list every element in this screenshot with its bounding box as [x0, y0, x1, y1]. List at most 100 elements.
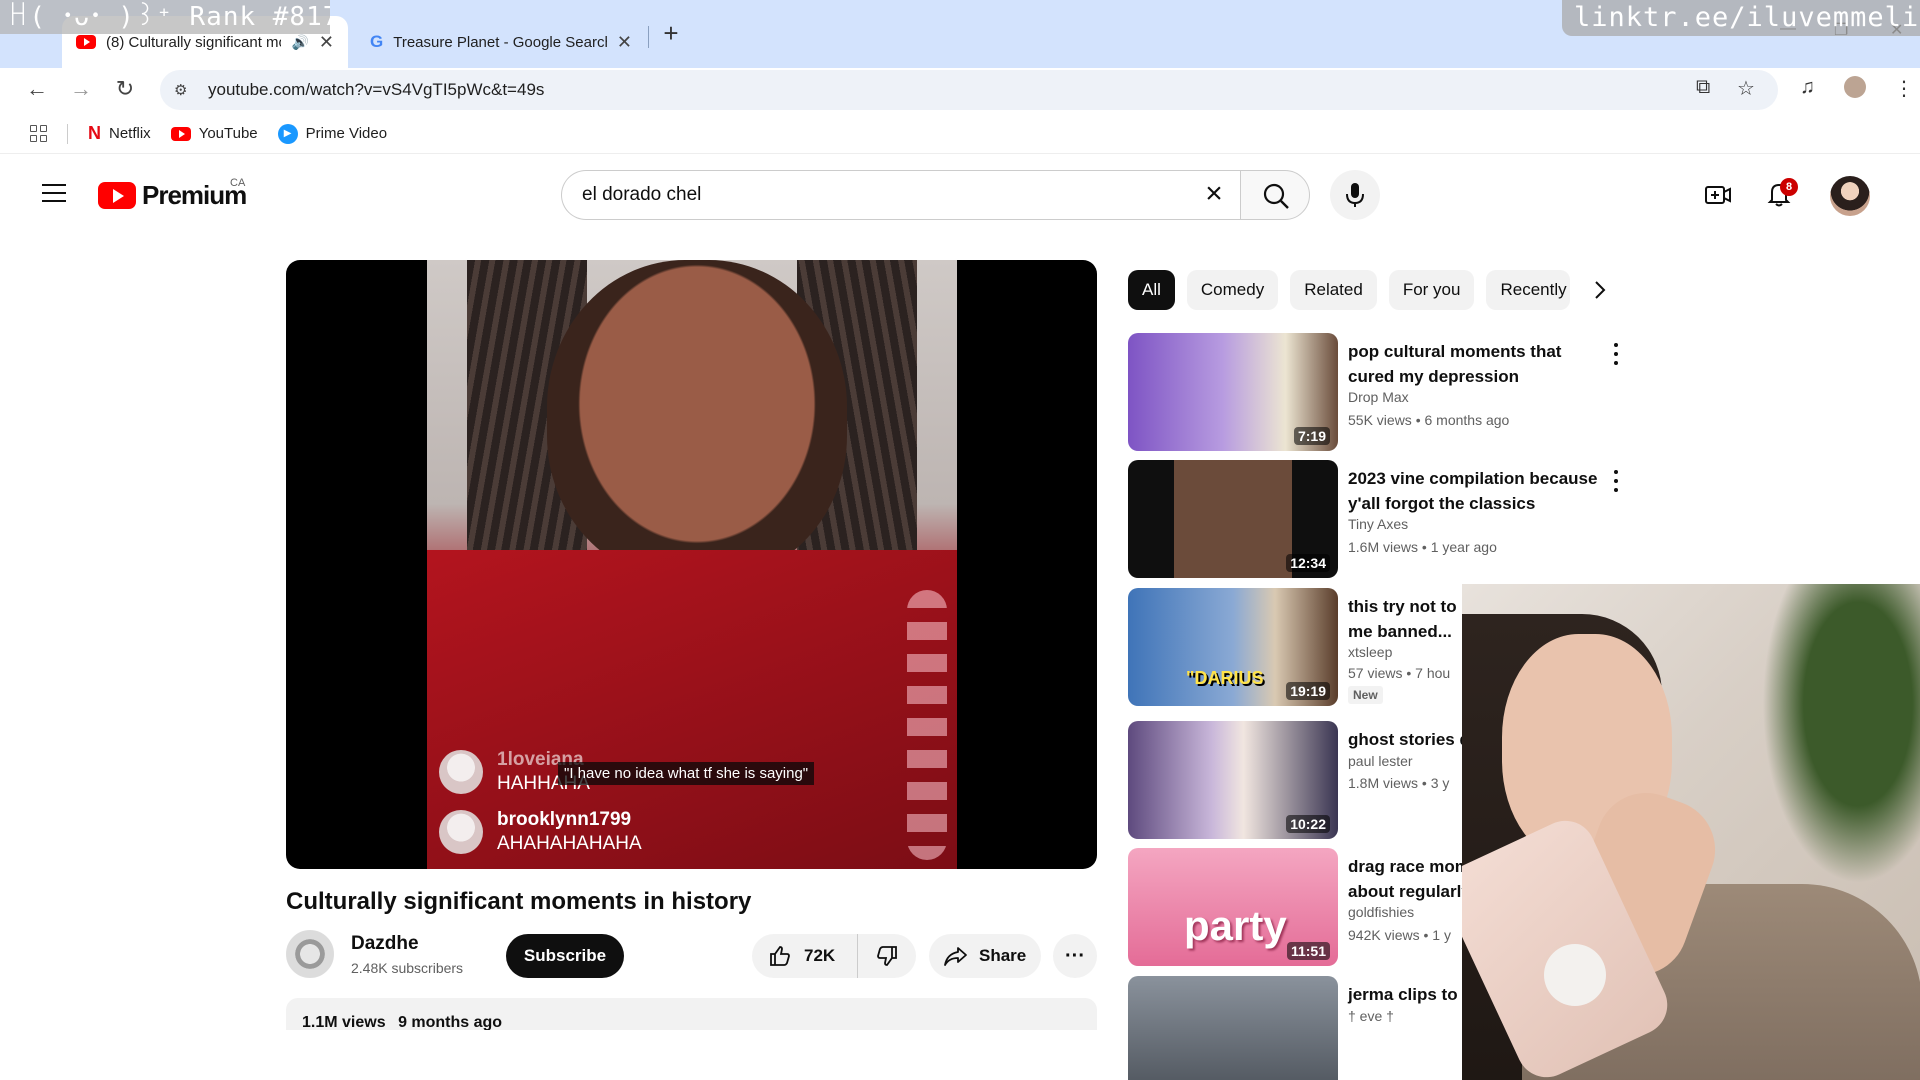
- video-thumbnail[interactable]: party 11:51: [1128, 848, 1338, 966]
- rec-meta: 1.6M views • 1 year ago: [1348, 539, 1497, 555]
- more-actions-button[interactable]: ···: [1053, 934, 1097, 978]
- video-thumbnail[interactable]: 10:22: [1128, 721, 1338, 839]
- video-face: [547, 260, 847, 580]
- share-arrow-icon: [944, 947, 967, 966]
- speaker-icon[interactable]: 🔊: [291, 34, 308, 51]
- forward-arrow-icon[interactable]: →: [68, 76, 94, 102]
- channel-avatar[interactable]: [286, 930, 334, 978]
- voice-search-button[interactable]: [1330, 170, 1380, 220]
- rec-meta: 942K views • 1 y: [1348, 927, 1451, 943]
- region-code: CA: [230, 177, 246, 189]
- youtube-favicon-icon: [76, 35, 96, 49]
- search-input[interactable]: el dorado chel: [561, 170, 1261, 220]
- microphone-icon: [1346, 183, 1364, 207]
- rec-channel[interactable]: † eve †: [1348, 1008, 1394, 1024]
- reload-icon[interactable]: ↻: [112, 76, 138, 102]
- notification-count-badge: 8: [1780, 178, 1798, 196]
- rec-channel[interactable]: paul lester: [1348, 753, 1413, 769]
- upload-age: 9 months ago: [398, 1014, 503, 1031]
- recommendation-item[interactable]: 7:19 pop cultural moments that cured my …: [1128, 333, 1688, 451]
- chip-related[interactable]: Related: [1290, 270, 1377, 310]
- recommendation-item[interactable]: 12:34 2023 vine compilation because y'al…: [1128, 460, 1688, 578]
- duration-badge: 19:19: [1286, 682, 1330, 700]
- bookmark-label: Netflix: [109, 125, 151, 142]
- search-icon: [1263, 183, 1289, 209]
- netflix-icon: N: [88, 123, 101, 143]
- close-tab-icon[interactable]: ✕: [319, 32, 334, 53]
- chat-avatar: [439, 810, 483, 854]
- rec-channel[interactable]: xtsleep: [1348, 644, 1392, 660]
- rec-more-icon[interactable]: [1606, 468, 1626, 494]
- profile-avatar-icon[interactable]: [1844, 76, 1866, 98]
- rec-title[interactable]: 2023 vine compilation because y'all forg…: [1348, 466, 1598, 516]
- bookmark-label: YouTube: [198, 125, 258, 142]
- guide-menu-icon[interactable]: [42, 184, 66, 202]
- video-player[interactable]: 1loveiana HAHHAHA brooklynn1799 AHAHAHAH…: [286, 260, 1097, 869]
- prime-video-icon: ▶: [277, 123, 298, 144]
- video-title: Culturally significant moments in histor…: [286, 888, 752, 915]
- view-count: 1.1M views: [302, 1014, 386, 1031]
- youtube-premium-logo[interactable]: Premium: [98, 180, 247, 211]
- video-thumbnail[interactable]: 12:34: [1128, 460, 1338, 578]
- like-count: 72K: [804, 946, 836, 965]
- live-chat-row: brooklynn1799 AHAHAHAHAHA: [439, 808, 642, 856]
- rec-channel[interactable]: Tiny Axes: [1348, 516, 1408, 532]
- browser-menu-icon[interactable]: ⋮: [1894, 76, 1914, 101]
- create-video-icon[interactable]: [1704, 181, 1732, 209]
- apps-grid-icon[interactable]: [30, 125, 47, 142]
- tab-title: Treasure Planet - Google Search: [393, 33, 607, 51]
- chip-recently-uploaded[interactable]: Recently uploaded: [1486, 270, 1571, 310]
- video-thumbnail[interactable]: 7:19: [1128, 333, 1338, 451]
- tab-treasure-planet[interactable]: G Treasure Planet - Google Search ✕: [356, 16, 646, 68]
- media-controls-icon[interactable]: ♫: [1800, 76, 1815, 99]
- tab-title: (8) Culturally significant mo: [106, 33, 282, 51]
- account-avatar[interactable]: [1830, 176, 1870, 216]
- youtube-icon: [170, 126, 191, 141]
- search-button[interactable]: [1240, 170, 1310, 220]
- new-badge: New: [1348, 686, 1383, 704]
- thumbs-up-icon: [770, 946, 790, 966]
- bookmark-star-icon[interactable]: ☆: [1737, 76, 1755, 101]
- chip-all[interactable]: All: [1128, 270, 1175, 310]
- chevron-right-icon[interactable]: [1586, 276, 1614, 304]
- search-query: el dorado chel: [582, 184, 702, 205]
- bookmark-netflix[interactable]: N Netflix: [88, 123, 151, 144]
- rec-meta: 57 views • 7 hou: [1348, 665, 1451, 681]
- close-tab-icon[interactable]: ✕: [617, 32, 632, 53]
- browser-toolbar: ← → ↻ ⚙ youtube.com/watch?v=vS4VgTI5pWc&…: [0, 68, 1920, 110]
- chat-avatar: [439, 750, 483, 794]
- rec-title[interactable]: pop cultural moments that cured my depre…: [1348, 339, 1598, 389]
- url-text: youtube.com/watch?v=vS4VgTI5pWc&t=49s: [208, 80, 545, 99]
- duration-badge: 7:19: [1293, 427, 1330, 445]
- rec-channel[interactable]: goldfishies: [1348, 904, 1414, 920]
- new-tab-button[interactable]: +: [658, 20, 684, 46]
- dislike-button[interactable]: [858, 934, 916, 978]
- webcam-overlay: [1462, 584, 1920, 1080]
- channel-name[interactable]: Dazdhe: [351, 933, 419, 955]
- bookmark-prime-video[interactable]: ▶ Prime Video: [277, 123, 387, 144]
- rec-more-icon[interactable]: [1606, 341, 1626, 367]
- share-button[interactable]: Share: [929, 934, 1041, 978]
- bookmark-separator: [67, 123, 68, 144]
- duration-badge: 10:22: [1286, 815, 1330, 833]
- bookmark-youtube[interactable]: YouTube: [170, 125, 258, 142]
- install-app-icon[interactable]: ⧉: [1696, 76, 1710, 99]
- like-button[interactable]: 72K: [752, 934, 858, 978]
- address-bar[interactable]: ⚙ youtube.com/watch?v=vS4VgTI5pWc&t=49s: [160, 70, 1778, 110]
- subscribe-button[interactable]: Subscribe: [506, 934, 624, 978]
- rec-channel[interactable]: Drop Max: [1348, 389, 1409, 405]
- tab-separator: [648, 26, 649, 48]
- chip-for-you[interactable]: For you: [1388, 270, 1475, 310]
- chat-username: brooklynn1799: [497, 809, 632, 830]
- video-thumbnail[interactable]: [1128, 976, 1338, 1080]
- clear-search-icon[interactable]: ×: [1196, 176, 1232, 212]
- duration-badge: 12:34: [1286, 554, 1330, 572]
- back-arrow-icon[interactable]: ←: [24, 76, 50, 102]
- rec-meta: 1.8M views • 3 y: [1348, 775, 1450, 791]
- site-settings-icon[interactable]: ⚙: [174, 81, 196, 99]
- stream-link-overlay: linktr.ee/iluvemmeline: [1562, 0, 1920, 36]
- video-thumbnail[interactable]: "DARIUS 19:19: [1128, 588, 1338, 706]
- youtube-logo-icon: [98, 182, 136, 209]
- rec-meta: 55K views • 6 months ago: [1348, 412, 1510, 428]
- chip-comedy[interactable]: Comedy: [1186, 270, 1279, 310]
